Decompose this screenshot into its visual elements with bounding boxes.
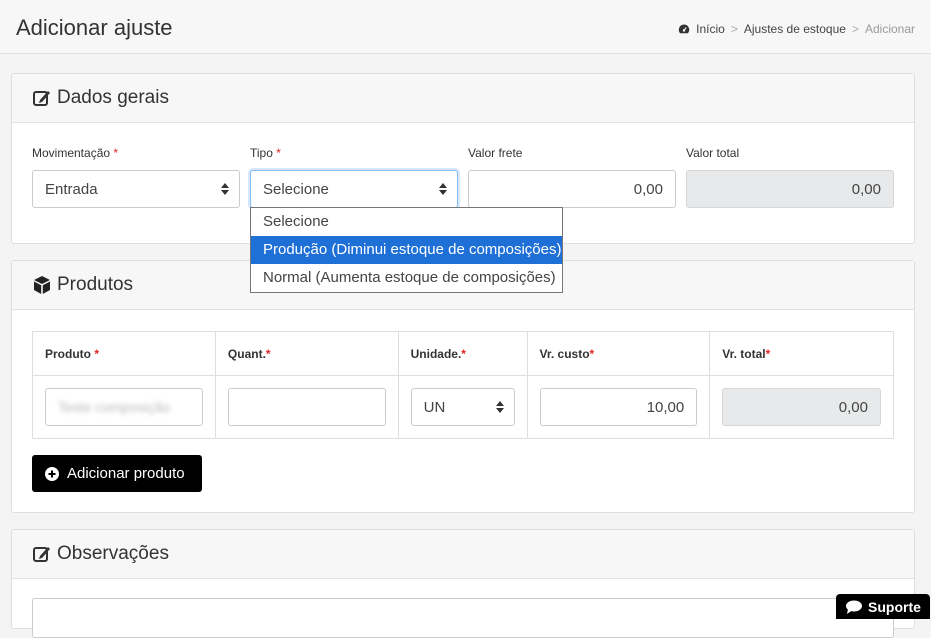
vr-total-input: 0,00 [722,388,881,426]
tipo-dropdown: Selecione Produção (Diminui estoque de c… [250,207,563,293]
column-vr-custo: Vr. custo* [526,331,711,376]
observacoes-card: Observações [11,529,915,638]
support-button[interactable]: Suporte [836,594,930,619]
dados-gerais-title: Dados gerais [57,87,169,108]
dados-gerais-header: Dados gerais [12,74,914,123]
produto-input[interactable]: Teste composição [45,388,203,426]
top-bar: Adicionar ajuste Início > Ajustes de est… [0,0,931,54]
sort-arrows-icon [221,183,229,195]
column-unidade: Unidade.* [397,331,528,376]
breadcrumb: Início > Ajustes de estoque > Adicionar [678,22,915,36]
valor-frete-label: Valor frete [468,146,523,160]
chat-icon [846,600,862,614]
sort-arrows-icon [495,401,504,413]
sort-arrows-icon [439,183,447,195]
required-mark: * [265,346,271,361]
required-mark: * [276,146,281,160]
required-mark: * [94,346,100,361]
produtos-table: Produto * Quant.* Unidade.* Vr. custo* V… [32,331,894,439]
vr-custo-input[interactable]: 10,00 [539,388,698,426]
table-row: Teste composição UN 10,00 0,00 [32,375,894,439]
movimentacao-label: Movimentação * [32,146,119,160]
observacoes-title: Observações [57,543,169,564]
add-product-button[interactable]: Adicionar produto [32,455,202,492]
column-vr-total: Vr. total* [709,331,894,376]
edit-icon [33,547,50,562]
produtos-card: Produtos Produto * Quant.* Unidade.* Vr.… [11,260,915,513]
produtos-title: Produtos [57,274,134,295]
required-mark: * [461,346,466,361]
valor-total-input: 0,00 [686,170,894,208]
edit-icon [33,91,50,106]
breadcrumb-separator: > [730,22,738,36]
produto-value: Teste composição [58,399,171,415]
tipo-label: Tipo * [250,146,281,160]
breadcrumb-parent[interactable]: Ajustes de estoque [744,22,846,36]
tipo-select[interactable]: Selecione [250,170,458,208]
quant-input[interactable] [227,388,386,426]
required-mark: * [113,146,119,160]
observacoes-header: Observações [12,530,914,579]
observacoes-textarea[interactable] [32,598,894,638]
unidade-select[interactable]: UN [410,388,515,426]
tipo-option-normal[interactable]: Normal (Aumenta estoque de composições) [251,264,562,292]
breadcrumb-separator: > [851,22,859,36]
breadcrumb-home[interactable]: Início [696,22,725,36]
breadcrumb-current: Adicionar [864,22,915,36]
dashboard-icon [678,24,690,34]
tipo-option-producao[interactable]: Produção (Diminui estoque de composições… [251,236,562,264]
table-header-row: Produto * Quant.* Unidade.* Vr. custo* V… [32,331,894,376]
required-mark: * [589,346,595,361]
cube-icon [34,276,50,294]
page-title: Adicionar ajuste [16,15,173,40]
column-produto: Produto * [32,331,216,376]
plus-circle-icon [45,466,59,481]
movimentacao-select[interactable]: Entrada [32,170,240,208]
tipo-option-selecione[interactable]: Selecione [251,208,562,236]
column-quant: Quant.* [214,331,399,376]
valor-total-label: Valor total [686,146,740,160]
valor-frete-input[interactable]: 0,00 [468,170,676,208]
required-mark: * [765,346,771,361]
